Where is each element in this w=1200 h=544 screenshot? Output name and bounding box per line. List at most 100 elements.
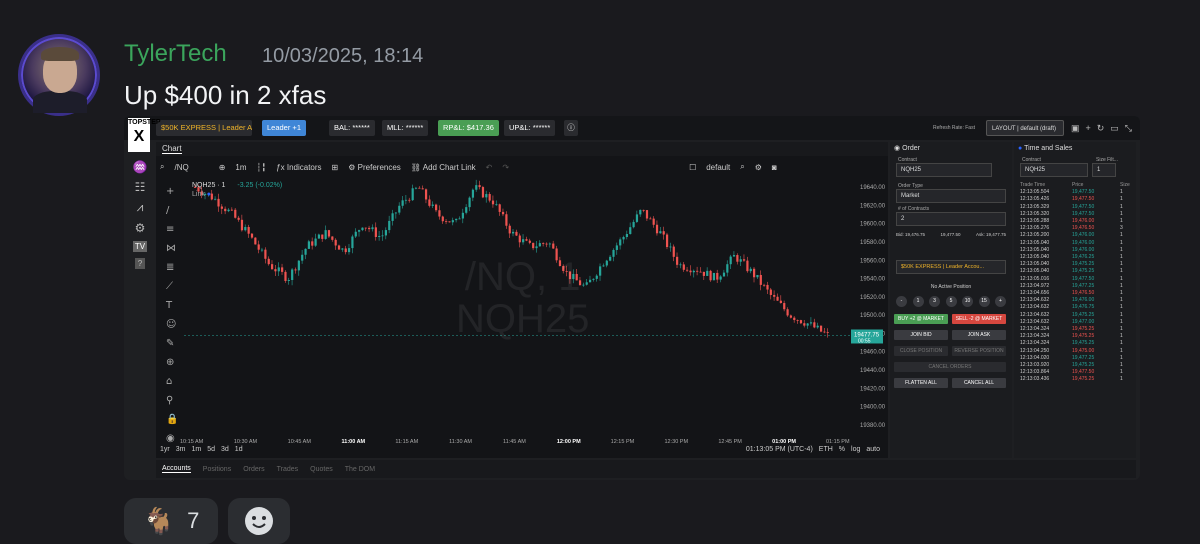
bottom-tab-4[interactable]: Quotes [310, 466, 333, 473]
tab-chart[interactable]: Chart [162, 144, 182, 154]
candle-body [250, 233, 254, 238]
drawing-tool-icon[interactable]: ✎ [166, 338, 174, 349]
drawing-tool-icon[interactable]: + [166, 186, 174, 197]
qty-button-0[interactable]: - [896, 296, 907, 307]
join-ask-button[interactable]: JOIN ASK [952, 330, 1006, 340]
candle-body [384, 230, 387, 236]
settings-icon[interactable]: ⚙ [135, 221, 146, 235]
user-avatar[interactable] [18, 34, 100, 116]
reverse-position-button[interactable]: REVERSE POSITION [952, 346, 1006, 356]
goat-reaction[interactable]: 🐐 7 [124, 498, 218, 544]
ts-size-filter-field[interactable]: 1 [1092, 163, 1116, 177]
candle-body [317, 234, 321, 239]
info-icon[interactable]: ⓘ [564, 120, 578, 136]
trend-icon[interactable]: ⩘ [137, 200, 144, 215]
ts-contract-field[interactable]: NQH25 [1020, 163, 1088, 177]
join-bid-button[interactable]: JOIN BID [894, 330, 948, 340]
candle-body [662, 231, 665, 235]
order-account-select[interactable]: $50K EXPRESS | Leader Accou... [896, 260, 1006, 274]
order-type-select[interactable]: Market [896, 189, 1006, 203]
flatten-all-button[interactable]: FLATTEN ALL [894, 378, 948, 388]
qty-field[interactable]: 2 [896, 212, 1006, 226]
sell-market-button[interactable]: SELL -2 @ MARKET [952, 314, 1006, 324]
range-3m[interactable]: 3m [176, 446, 186, 453]
footer-pct[interactable]: % [839, 446, 845, 453]
drawing-tool-icon[interactable]: ≡ [166, 224, 174, 235]
qty-button-5[interactable]: 15 [978, 296, 990, 307]
candle-body [327, 230, 331, 237]
candle-body [726, 264, 729, 273]
drawing-tool-icon[interactable]: ⌂ [166, 376, 172, 387]
account-select[interactable]: $50K EXPRESS | Leader Acco... [156, 120, 252, 136]
cancel-orders-button[interactable]: CANCEL ORDERS [894, 362, 1006, 372]
ts-size: 1 [1120, 210, 1123, 217]
y-tick-label: 19640.00 [860, 185, 886, 191]
link-label: Link [192, 191, 205, 198]
drawing-tool-icon[interactable]: ⊕ [166, 357, 174, 368]
cancel-all-button[interactable]: CANCEL ALL [952, 378, 1006, 388]
candle-body [532, 242, 535, 249]
watermark-line1: /NQ, 1 [464, 255, 581, 299]
bottom-tab-3[interactable]: Trades [277, 466, 299, 473]
drawing-tool-icon[interactable]: 🔒 [166, 413, 178, 425]
watchlist-icon[interactable]: ♒ [133, 160, 148, 174]
range-3d[interactable]: 3d [221, 446, 229, 453]
drawing-tool-icon[interactable]: ≣ [166, 262, 174, 273]
candle-body [475, 185, 478, 190]
ts-time: 12:13:04.324 [1020, 326, 1050, 333]
candle-body [264, 249, 267, 259]
drawing-tool-icon[interactable]: T [165, 300, 173, 311]
ts-size: 1 [1120, 333, 1123, 340]
candle-body [665, 234, 669, 248]
range-1yr[interactable]: 1yr [160, 446, 170, 453]
y-tick-label: 19600.00 [860, 222, 886, 228]
ts-time: 12:13:05.288 [1020, 218, 1050, 225]
layout-select[interactable]: LAYOUT | default (draft) [986, 120, 1064, 136]
bottom-tab-2[interactable]: Orders [243, 466, 264, 473]
drawing-tool-icon[interactable]: ⚲ [166, 395, 173, 406]
buy-market-button[interactable]: BUY +2 @ MARKET [894, 314, 948, 324]
qty-button-1[interactable]: 1 [912, 296, 924, 307]
bottom-tab-1[interactable]: Positions [203, 466, 231, 473]
footer-log[interactable]: log [851, 446, 860, 453]
range-1d[interactable]: 1d [235, 446, 243, 453]
qty-button-3[interactable]: 5 [945, 296, 957, 307]
footer-auto[interactable]: auto [866, 446, 880, 453]
drawing-tool-icon[interactable]: ◉ [166, 433, 175, 444]
community-icon[interactable]: ☷ [135, 180, 146, 194]
message-text: Up $400 in 2 xfas [124, 80, 327, 110]
drawing-tool-icon[interactable]: ☺ [166, 319, 176, 330]
bottom-tab-5[interactable]: The DOM [345, 466, 375, 473]
balance-badge: BAL: ****** [329, 120, 375, 136]
qty-buttons: -1 3 5 10 15 + [896, 296, 1006, 307]
range-1m[interactable]: 1m [191, 446, 201, 453]
help-icon[interactable]: ? [134, 258, 146, 269]
ts-time: 12:13:05.040 [1020, 246, 1050, 253]
range-5d[interactable]: 5d [207, 446, 215, 453]
ts-row: 12:13:04.632 19,476.75 1 [1018, 304, 1132, 311]
chart-area[interactable]: ⌕/NQ ⊕ 1m ┆╏ ƒx Indicators ⊞ ⚙ Preferenc… [156, 156, 888, 458]
drawing-tool-icon[interactable]: ⟋ [166, 281, 173, 292]
qty-button-6[interactable]: + [995, 296, 1006, 307]
username[interactable]: TylerTech [124, 40, 227, 68]
candle-body [826, 332, 829, 334]
leader-button[interactable]: Leader +1 [262, 120, 306, 136]
tradingview-icon[interactable]: TV [132, 241, 148, 252]
ts-row: 12:13:05.276 19,476.50 3 [1018, 225, 1132, 232]
drawing-tool-icon[interactable]: / [166, 205, 170, 216]
window-controls[interactable]: ▣+↻▭⤡ [1066, 120, 1140, 136]
candle-body [421, 188, 424, 190]
close-position-button[interactable]: CLOSE POSITION [894, 346, 948, 356]
drawing-tool-icon[interactable]: ⋈ [166, 243, 176, 254]
candle-body [227, 209, 230, 212]
link-toggle[interactable]: Link ● [192, 191, 282, 198]
ts-row: 12:13:03.920 19,475.25 1 [1018, 362, 1132, 369]
bottom-tab-0[interactable]: Accounts [162, 465, 191, 473]
footer-eth[interactable]: ETH [819, 446, 833, 453]
add-reaction-button[interactable] [228, 498, 290, 544]
qty-button-4[interactable]: 10 [962, 296, 973, 307]
chart-watermark: /NQ, 1 NQH25 [456, 256, 589, 340]
qty-button-2[interactable]: 3 [929, 296, 940, 307]
trading-screenshot[interactable]: $50K EXPRESS | Leader Acco... Leader +1 … [124, 116, 1140, 480]
order-contract-field[interactable]: NQH25 [896, 163, 992, 177]
